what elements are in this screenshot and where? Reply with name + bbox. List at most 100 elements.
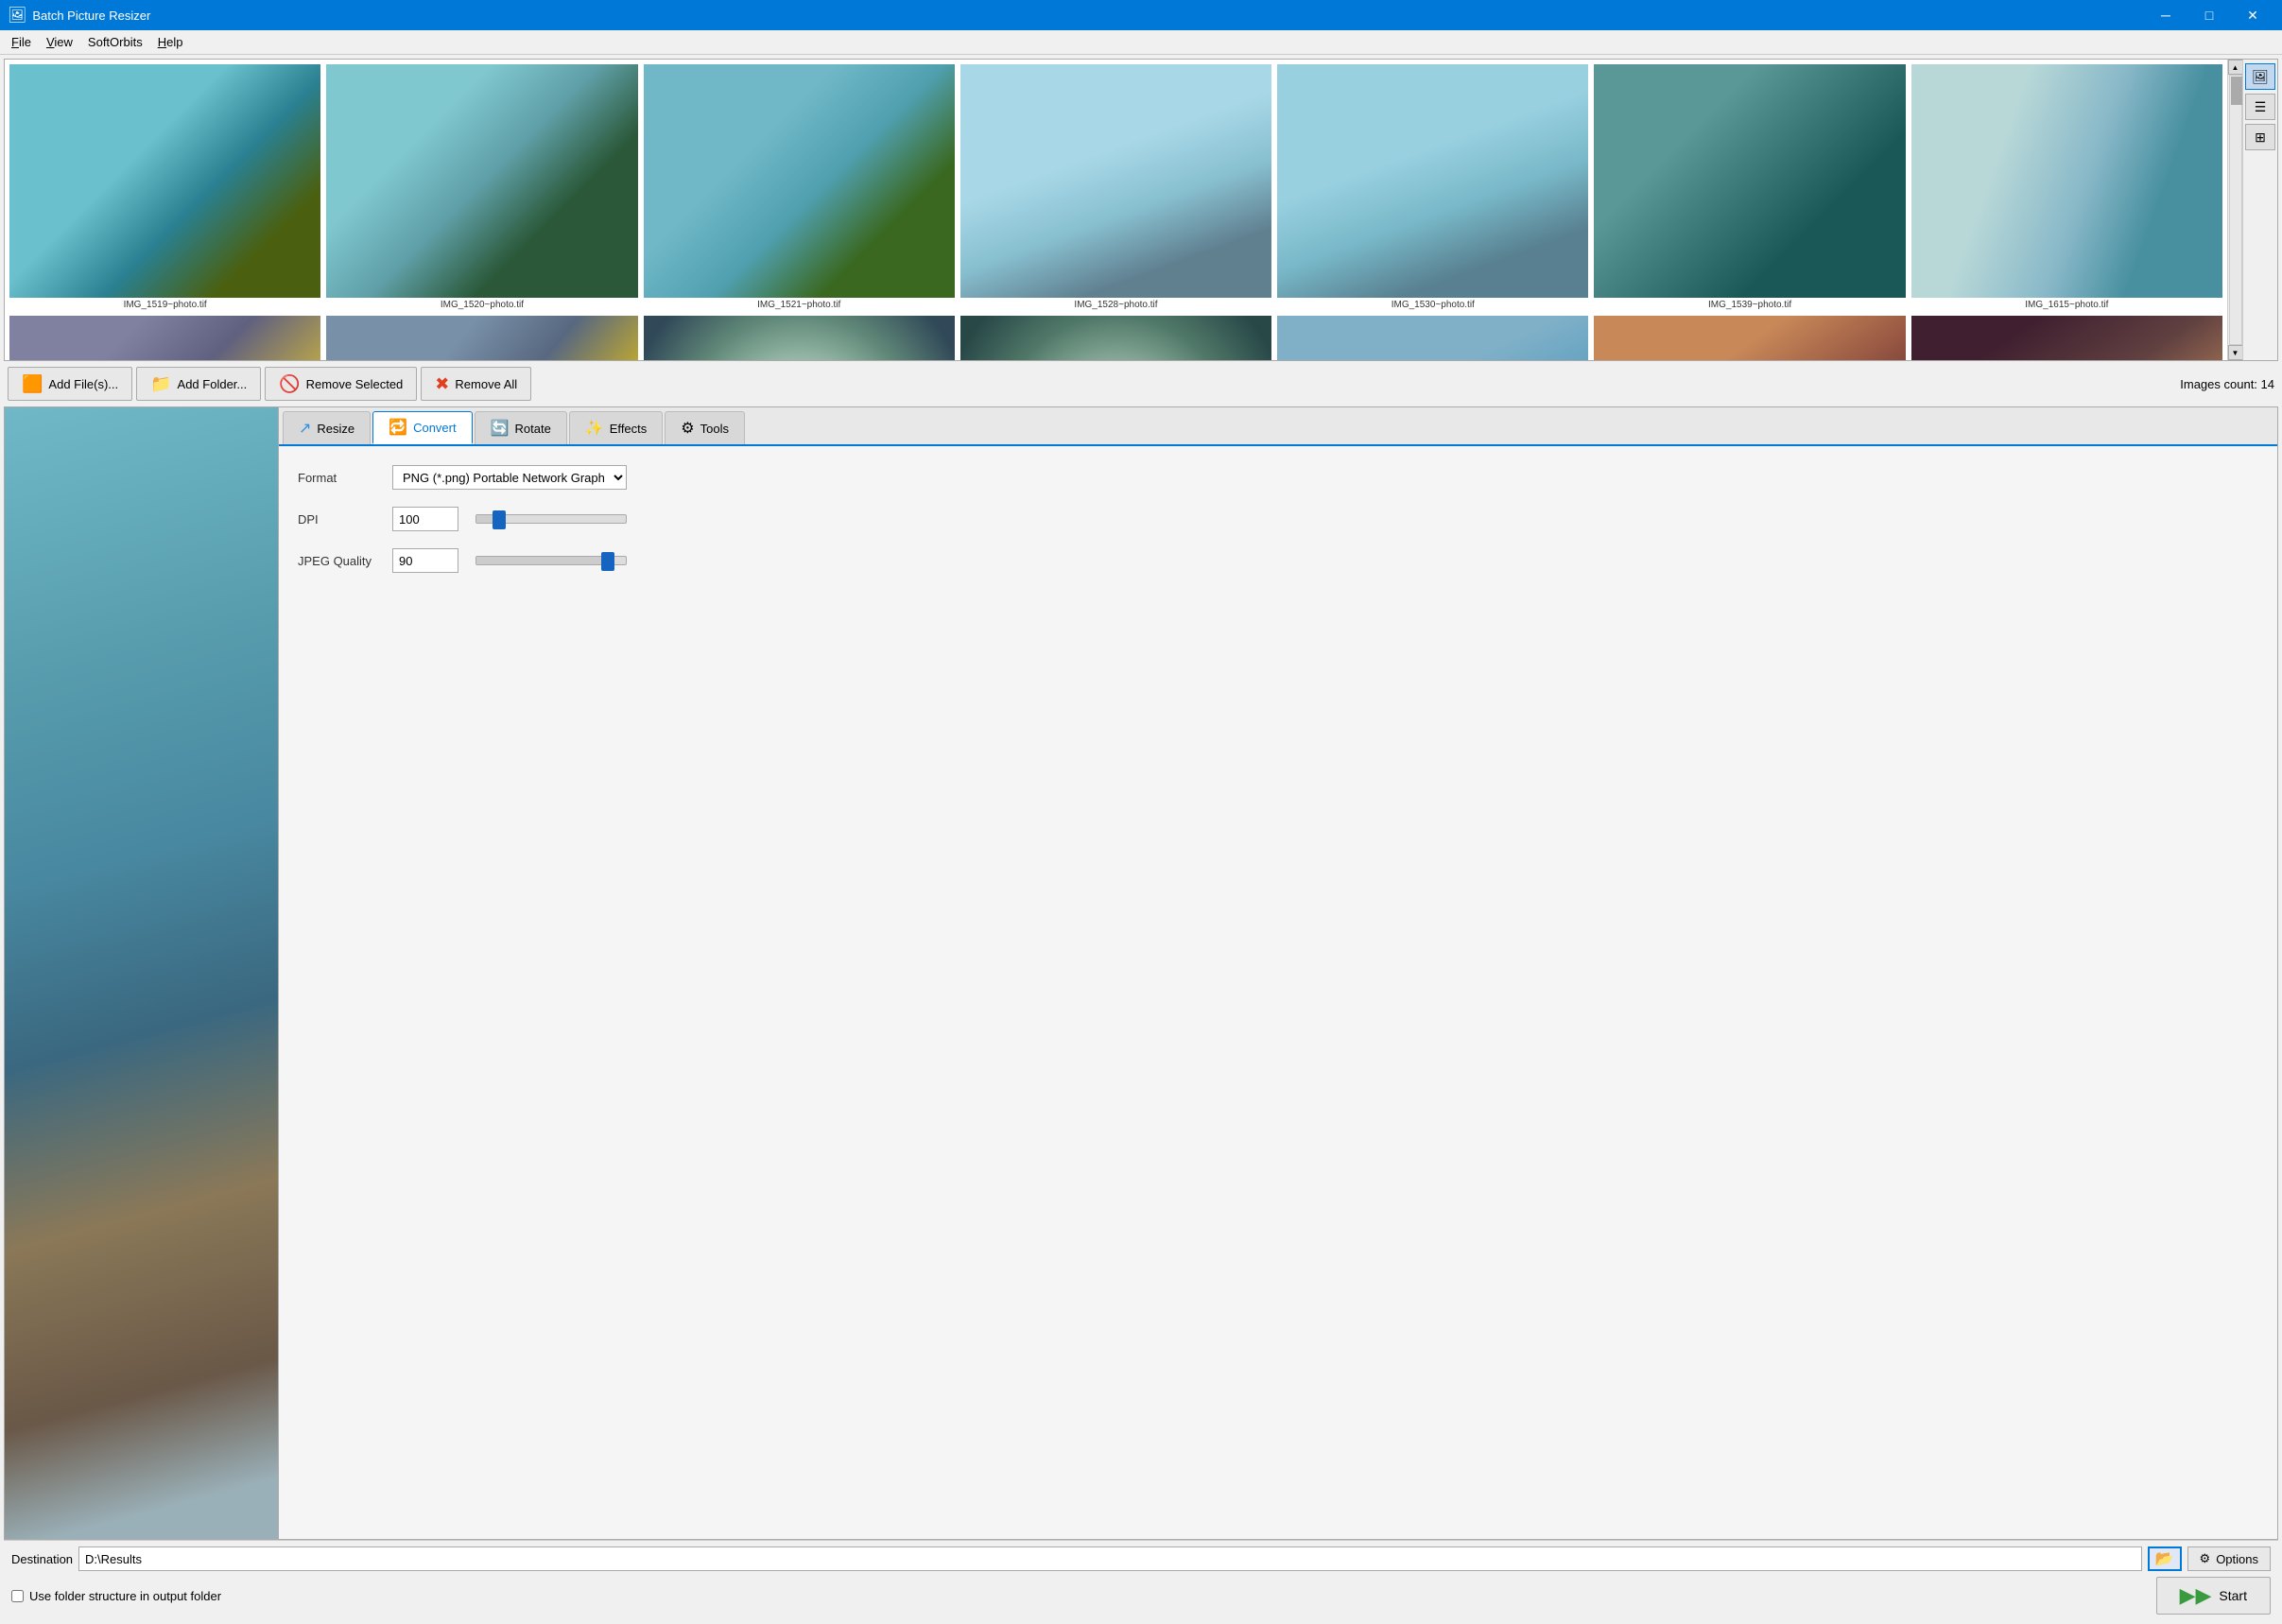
preview-image	[5, 407, 278, 1539]
image-cell[interactable]: IMG_1530~photo.tif	[1276, 63, 1589, 311]
image-thumbnail	[9, 316, 320, 360]
add-files-button[interactable]: 🟧 Add File(s)...	[8, 367, 132, 401]
format-row: Format PNG (*.png) Portable Network Grap…	[298, 465, 2258, 490]
image-thumbnail	[9, 64, 320, 298]
image-cell[interactable]: IMG_1623~photo.tif	[9, 315, 321, 360]
view-grid-button[interactable]: ⊞	[2245, 124, 2275, 150]
image-filename: IMG_1539~photo.tif	[1594, 300, 1905, 310]
jpeg-quality-input[interactable]	[392, 548, 458, 573]
image-thumbnail	[960, 64, 1271, 298]
remove-selected-label: Remove Selected	[306, 377, 404, 391]
convert-tab-content: Format PNG (*.png) Portable Network Grap…	[279, 446, 2277, 1539]
dpi-row: DPI	[298, 507, 2258, 531]
scroll-up-button[interactable]: ▲	[2228, 60, 2243, 75]
browse-icon: 📂	[2155, 1549, 2174, 1568]
view-icons: 🖼 ☰ ⊞	[2242, 60, 2277, 360]
tab-convert[interactable]: 🔁 Convert	[372, 411, 472, 444]
add-folder-button[interactable]: 📁 Add Folder...	[136, 367, 261, 401]
image-cell[interactable]: IMG_1615~photo.tif	[1910, 63, 2223, 311]
image-cell[interactable]: IMG_1650~photo.tif	[325, 315, 638, 360]
image-cell[interactable]: IMG_1774~photo.tif	[1593, 315, 1906, 360]
dpi-slider[interactable]	[475, 514, 627, 524]
remove-selected-button[interactable]: 🚫 Remove Selected	[265, 367, 417, 401]
app-icon: 🖼	[8, 6, 26, 25]
image-cell[interactable]: IMG_1519~photo.tif	[9, 63, 321, 311]
grid-scrollbar: ▲ ▼	[2227, 60, 2242, 360]
rotate-tab-icon: 🔄	[491, 419, 510, 438]
close-button[interactable]: ✕	[2231, 0, 2274, 30]
start-button[interactable]: ▶▶ Start	[2156, 1577, 2271, 1615]
image-cell[interactable]: IMG_1652~photo.tif	[643, 315, 956, 360]
options-button[interactable]: ⚙ Options	[2187, 1546, 2271, 1571]
menu-bar: File View SoftOrbits Help	[0, 30, 2282, 55]
remove-all-button[interactable]: ✖ Remove All	[421, 367, 531, 401]
image-filename: IMG_1530~photo.tif	[1277, 300, 1588, 310]
image-cell[interactable]: IMG_1708~photo.tif	[1276, 315, 1589, 360]
tab-rotate[interactable]: 🔄 Rotate	[475, 411, 567, 444]
image-thumbnail	[326, 64, 637, 298]
app-title: Batch Picture Resizer	[32, 9, 2144, 23]
convert-tab-icon: 🔁	[389, 418, 407, 437]
toolbar: 🟧 Add File(s)... 📁 Add Folder... 🚫 Remov…	[4, 361, 2278, 406]
folder-structure-checkbox[interactable]	[11, 1590, 24, 1602]
images-count: Images count: 14	[2180, 377, 2274, 391]
remove-all-icon: ✖	[435, 374, 449, 394]
image-cell[interactable]: IMG_1528~photo.tif	[959, 63, 1272, 311]
image-thumbnail	[1594, 316, 1905, 360]
image-thumbnail	[1277, 64, 1588, 298]
remove-all-label: Remove All	[455, 377, 517, 391]
image-filename: IMG_1520~photo.tif	[326, 300, 637, 310]
image-thumbnail	[1277, 316, 1588, 360]
image-filename: IMG_1615~photo.tif	[1911, 300, 2222, 310]
scrollbar-track[interactable]	[2229, 75, 2242, 345]
maximize-button[interactable]: □	[2187, 0, 2231, 30]
preview-panel	[4, 406, 278, 1540]
jpeg-quality-row: JPEG Quality	[298, 548, 2258, 573]
jpeg-quality-label: JPEG Quality	[298, 554, 383, 568]
image-thumbnail	[1911, 64, 2222, 298]
tab-tools[interactable]: ⚙ Tools	[665, 411, 745, 444]
image-cell[interactable]: IMG_1777~photo.tif	[1910, 315, 2223, 360]
image-grid: IMG_1519~photo.tif IMG_1520~photo.tif IM…	[5, 60, 2227, 360]
image-thumbnail	[1594, 64, 1905, 298]
tools-tab-label: Tools	[700, 422, 729, 436]
add-folder-icon: 📁	[150, 374, 171, 394]
menu-file[interactable]: File	[4, 32, 39, 52]
add-files-icon: 🟧	[22, 374, 43, 394]
format-label: Format	[298, 471, 383, 485]
convert-tab-label: Convert	[413, 421, 457, 435]
start-icon: ▶▶	[2180, 1583, 2212, 1608]
image-thumbnail	[1911, 316, 2222, 360]
dpi-input[interactable]	[392, 507, 458, 531]
effects-tab-label: Effects	[610, 422, 648, 436]
menu-help[interactable]: Help	[150, 32, 191, 52]
image-thumbnail	[644, 64, 955, 298]
format-select[interactable]: PNG (*.png) Portable Network GraphJPEG (…	[392, 465, 627, 490]
image-cell[interactable]: IMG_1539~photo.tif	[1593, 63, 1906, 311]
image-cell[interactable]: IMG_1707~photo.tif	[959, 315, 1272, 360]
view-thumbnail-button[interactable]: 🖼	[2245, 63, 2275, 90]
dpi-label: DPI	[298, 512, 383, 527]
options-label: Options	[2216, 1552, 2258, 1566]
window-controls: ─ □ ✕	[2144, 0, 2274, 30]
view-list-button[interactable]: ☰	[2245, 94, 2275, 120]
image-cell[interactable]: IMG_1521~photo.tif	[643, 63, 956, 311]
minimize-button[interactable]: ─	[2144, 0, 2187, 30]
menu-view[interactable]: View	[39, 32, 80, 52]
gear-icon: ⚙	[2200, 1551, 2211, 1566]
image-cell[interactable]: IMG_1520~photo.tif	[325, 63, 638, 311]
destination-input[interactable]	[78, 1546, 2141, 1571]
footer: Destination 📂 ⚙ Options Use folder struc…	[4, 1540, 2278, 1620]
tab-effects[interactable]: ✨ Effects	[569, 411, 663, 444]
menu-softorbits[interactable]: SoftOrbits	[80, 32, 150, 52]
rotate-tab-label: Rotate	[515, 422, 551, 436]
start-label: Start	[2219, 1588, 2247, 1603]
add-files-label: Add File(s)...	[48, 377, 118, 391]
title-bar: 🖼 Batch Picture Resizer ─ □ ✕	[0, 0, 2282, 30]
destination-label: Destination	[11, 1552, 73, 1566]
jpeg-quality-slider[interactable]	[475, 556, 627, 565]
browse-destination-button[interactable]: 📂	[2148, 1546, 2182, 1571]
scrollbar-thumb[interactable]	[2231, 77, 2242, 105]
tab-resize[interactable]: ↗ Resize	[283, 411, 371, 444]
scroll-down-button[interactable]: ▼	[2228, 345, 2243, 360]
